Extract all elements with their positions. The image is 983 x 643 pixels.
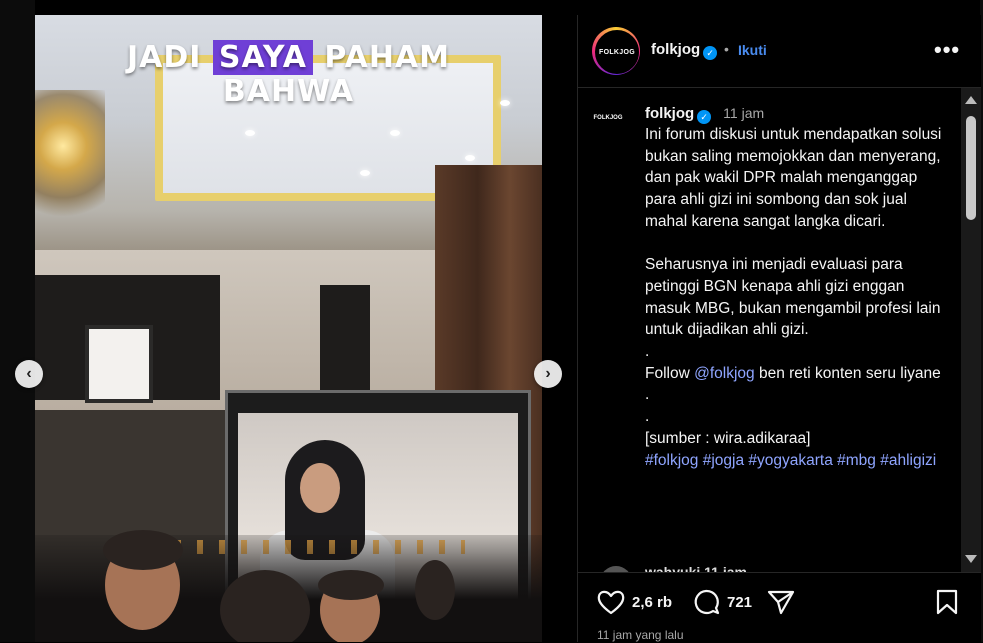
- caption-highlight: SAYA: [212, 40, 313, 75]
- more-options-icon[interactable]: •••: [934, 37, 960, 63]
- video-caption: JADI SAYA PAHAM BAHWA: [35, 40, 542, 109]
- caption-dot: .: [645, 408, 650, 426]
- post-header: FOLKJOG folkjog ✓ • Ikuti •••: [578, 15, 981, 88]
- follow-suffix: ben reti konten seru liyane: [754, 364, 941, 382]
- speaker-face: [300, 463, 340, 513]
- scrollbar-thumb[interactable]: [966, 116, 976, 220]
- caption-dot: .: [645, 343, 650, 361]
- comment-header: folkjog ✓ 11 jam: [645, 105, 764, 124]
- scroll-down-arrow-icon[interactable]: [965, 555, 977, 563]
- caption-text: PAHAM: [312, 40, 450, 75]
- caption-dot: .: [645, 386, 650, 404]
- post-actions: 2,6 rb 721 11 jam yang lalu: [578, 572, 981, 643]
- bookmark-icon[interactable]: [934, 588, 960, 616]
- prev-button[interactable]: ‹: [15, 360, 43, 388]
- scene-light: [390, 130, 400, 136]
- story-ring[interactable]: FOLKJOG: [592, 27, 640, 75]
- caption-paragraph: Seharusnya ini menjadi evaluasi para pet…: [645, 256, 941, 339]
- scene-frame: [85, 325, 153, 403]
- heart-icon[interactable]: [596, 588, 626, 616]
- avatar: FOLKJOG: [595, 30, 639, 74]
- post-details-panel: FOLKJOG folkjog ✓ • Ikuti ••• FOLKJOG fol…: [577, 15, 981, 643]
- mention-link[interactable]: @folkjog: [694, 365, 755, 382]
- share-icon[interactable]: [766, 588, 796, 616]
- audience-head: [220, 570, 310, 642]
- post-timestamp[interactable]: 11 jam yang lalu: [597, 628, 684, 642]
- follow-button[interactable]: Ikuti: [738, 42, 767, 58]
- hashtag-links[interactable]: #folkjog #jogja #yogyakarta #mbg #ahligi…: [645, 450, 945, 472]
- scene-light: [245, 130, 255, 136]
- header-username[interactable]: folkjog ✓: [651, 41, 718, 60]
- comments-area[interactable]: FOLKJOG folkjog ✓ 11 jam Ini forum diskusi…: [578, 88, 961, 572]
- scene-panel: [320, 285, 370, 390]
- verified-icon: ✓: [697, 110, 712, 124]
- comment-time[interactable]: 11 jam: [723, 105, 764, 121]
- comment-icon[interactable]: [691, 588, 721, 616]
- next-comment-preview: wahyuki 11 jam: [645, 564, 747, 572]
- follow-prefix: Follow: [645, 364, 695, 382]
- scroll-up-arrow-icon[interactable]: [965, 96, 977, 104]
- scene-light: [465, 155, 475, 161]
- comment-avatar[interactable]: FOLKJOG: [592, 102, 624, 134]
- audience-head: [415, 560, 455, 620]
- backdrop-left: [0, 0, 35, 642]
- caption-body: Ini forum diskusi untuk mendapatkan solu…: [645, 124, 945, 471]
- audience-hair: [318, 570, 384, 600]
- separator-dot: •: [724, 41, 729, 57]
- scene-light: [360, 170, 370, 176]
- scrollbar[interactable]: [961, 88, 981, 572]
- username-text[interactable]: folkjog: [651, 41, 700, 58]
- caption-paragraph: Ini forum diskusi untuk mendapatkan solu…: [645, 126, 942, 230]
- comment-username[interactable]: folkjog: [645, 105, 694, 122]
- scene-chandelier: [35, 90, 105, 230]
- caption-text: JADI: [127, 40, 213, 75]
- caption-follow-line: Follow @folkjog ben reti konten seru liy…: [645, 363, 945, 385]
- audience-hair: [103, 530, 183, 570]
- caption-line2: BAHWA: [222, 74, 355, 109]
- caption-source: [sumber : wira.adikaraa]: [645, 429, 811, 447]
- verified-icon: ✓: [703, 46, 718, 60]
- like-count[interactable]: 2,6 rb: [632, 594, 672, 611]
- post-media[interactable]: JADI SAYA PAHAM BAHWA: [35, 15, 542, 642]
- comment-count[interactable]: 721: [727, 594, 752, 611]
- next-button[interactable]: ›: [534, 360, 562, 388]
